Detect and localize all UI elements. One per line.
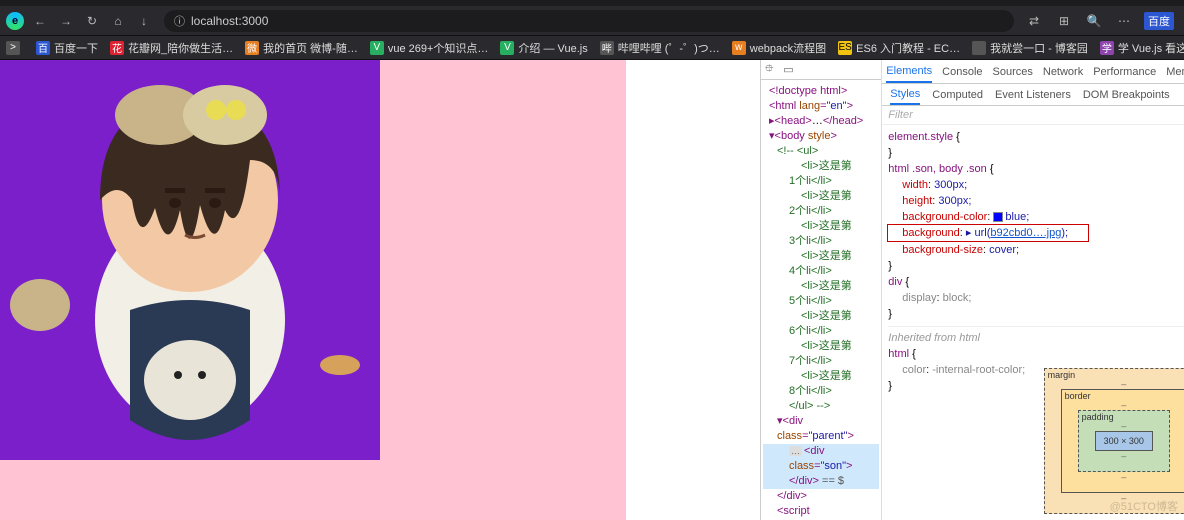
bookmark-icon: [972, 41, 986, 55]
site-info-icon[interactable]: ⓘ: [174, 13, 185, 29]
styles-subtab-event-listeners[interactable]: Event Listeners: [995, 89, 1071, 101]
bookmark-label: vue 269+个知识点…: [388, 40, 489, 56]
dom-tree[interactable]: <!doctype html><html lang="en">▸<head>…<…: [761, 80, 881, 520]
son-div: [0, 60, 300, 360]
bookmark-item[interactable]: 百百度一下: [36, 40, 98, 56]
bookmark-icon: ES: [838, 41, 852, 55]
bookmark-icon: 百: [36, 41, 50, 55]
bookmark-item[interactable]: 哔哔哩哔哩 (゜-゜)つ…: [600, 40, 720, 56]
bookmark-label: ES6 入门教程 - EC…: [856, 40, 960, 56]
bookmark-label: 哔哩哔哩 (゜-゜)つ…: [618, 40, 720, 56]
bookmark-item[interactable]: w webpack流程图: [732, 40, 826, 56]
bookmark-icon: 学: [1100, 41, 1114, 55]
bookmark-icon: 哔: [600, 41, 614, 55]
toolbar-right: ⇄ ⊞ 🔍 ⋯ 百度: [1024, 11, 1178, 31]
reload-button[interactable]: ↻: [82, 11, 102, 31]
menu-icon[interactable]: ⋯: [1114, 11, 1134, 31]
bookmark-icon: V: [500, 41, 514, 55]
bookmark-item[interactable]: 我就尝一口 - 博客园: [972, 40, 1088, 56]
devtools-panel: ⯐ ▭ <!doctype html><html lang="en">▸<hea…: [760, 60, 1184, 520]
box-model: margin– border– padding– 300 × 300 – – –: [1044, 368, 1184, 514]
bookmark-item[interactable]: 学学 Vue.js 看这个就…: [1100, 40, 1184, 56]
browser-chrome: e ← → ↻ ⌂ ↓ ⓘ localhost:3000 ⇄ ⊞ 🔍 ⋯ 百度 …: [0, 0, 1184, 60]
bookmark-label: 介绍 — Vue.js: [518, 40, 587, 56]
inspect-icon[interactable]: ⯐: [765, 60, 773, 79]
bookmark-label: webpack流程图: [750, 40, 826, 56]
devtools-tab-row: Elements Console Sources Network Performance…: [882, 60, 1184, 84]
zoom-icon[interactable]: 🔍: [1084, 11, 1104, 31]
viewport: ⯐ ▭ <!doctype html><html lang="en">▸<hea…: [0, 60, 1184, 520]
device-icon[interactable]: ▭: [783, 63, 793, 76]
extension-icon[interactable]: ⊞: [1054, 11, 1074, 31]
styles-subtab-computed[interactable]: Computed: [932, 89, 983, 101]
devtools-elements-column: ⯐ ▭ <!doctype html><html lang="en">▸<hea…: [761, 60, 882, 520]
watermark: @51CTO博客: [1110, 498, 1178, 514]
bookmark-icon: 微: [245, 41, 259, 55]
styles-subtab-dom-breakpoints[interactable]: DOM Breakpoints: [1083, 89, 1170, 101]
bookmark-item[interactable]: >: [6, 41, 24, 55]
devtools-tab-network[interactable]: Network: [1043, 66, 1083, 78]
devtools-tab-performance[interactable]: Performance: [1093, 66, 1156, 78]
styles-pane[interactable]: element.style {}html .son, body .son {wi…: [882, 125, 1184, 398]
page-white-strip: [626, 60, 760, 520]
forward-button[interactable]: →: [56, 11, 76, 31]
rendered-page: [0, 60, 760, 520]
styles-subtab-styles[interactable]: Styles: [890, 88, 920, 105]
bookmark-label: 百度一下: [54, 40, 98, 56]
bookmark-label: 花瓣网_陪你做生活…: [128, 40, 233, 56]
devtools-main-tabs: ⯐ ▭: [761, 60, 881, 80]
bookmark-item[interactable]: Vvue 269+个知识点…: [370, 40, 489, 56]
bookmark-icon: V: [370, 41, 384, 55]
devtools-tab-console[interactable]: Console: [942, 66, 982, 78]
edge-logo-icon: e: [6, 12, 24, 30]
illustration: [0, 60, 380, 460]
toolbar: e ← → ↻ ⌂ ↓ ⓘ localhost:3000 ⇄ ⊞ 🔍 ⋯ 百度: [0, 6, 1184, 36]
bookmark-icon: 花: [110, 41, 124, 55]
bookmarks-bar: > 百百度一下花花瓣网_陪你做生活… 微我的首页 微博-随… Vvue 269+个知识…: [0, 36, 1184, 60]
url-text: localhost:3000: [191, 14, 268, 28]
devtools-styles-column: Elements Console Sources Network Performance…: [882, 60, 1184, 520]
styles-subtab-row: Styles Computed Event Listeners DOM Breakpo…: [882, 84, 1184, 106]
download-button[interactable]: ↓: [134, 11, 154, 31]
devtools-tab-elements[interactable]: Elements: [886, 65, 932, 83]
bookmark-icon: >: [6, 41, 20, 55]
bookmark-label: 我就尝一口 - 博客园: [990, 40, 1088, 56]
bookmark-item[interactable]: 花花瓣网_陪你做生活…: [110, 40, 233, 56]
bookmark-label: 我的首页 微博-随…: [263, 40, 358, 56]
box-model-content: 300 × 300: [1095, 431, 1153, 451]
baidu-search-box[interactable]: 百度: [1144, 12, 1174, 30]
address-bar[interactable]: ⓘ localhost:3000: [164, 10, 1014, 32]
bookmark-label: 学 Vue.js 看这个就…: [1118, 40, 1184, 56]
devtools-tab-sources[interactable]: Sources: [993, 66, 1033, 78]
bookmark-item[interactable]: V 介绍 — Vue.js: [500, 40, 587, 56]
translate-icon[interactable]: ⇄: [1024, 11, 1044, 31]
back-button[interactable]: ←: [30, 11, 50, 31]
styles-filter[interactable]: Filter: [882, 106, 1184, 125]
bookmark-icon: w: [732, 41, 746, 55]
home-button[interactable]: ⌂: [108, 11, 128, 31]
bookmark-item[interactable]: 微我的首页 微博-随…: [245, 40, 358, 56]
bookmark-item[interactable]: ES ES6 入门教程 - EC…: [838, 40, 960, 56]
devtools-tab-memory[interactable]: Memory: [1166, 66, 1184, 78]
